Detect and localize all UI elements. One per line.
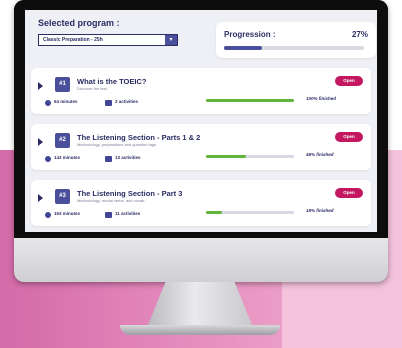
course-subtitle: Methodology, modal verbs, and vocab. bbox=[77, 198, 146, 203]
course-number-badge: #1 bbox=[55, 77, 70, 92]
activities-icon bbox=[105, 156, 112, 162]
progression-percent: 27% bbox=[351, 30, 368, 39]
course-duration: 143 minutes bbox=[54, 155, 81, 160]
activities-icon bbox=[105, 212, 112, 218]
course-card: #2 The Listening Section - Parts 1 & 2 M… bbox=[31, 124, 371, 170]
course-title: What is the TOEIC? bbox=[77, 77, 147, 86]
top-bar: Selected program : Classic Preparation -… bbox=[31, 14, 376, 62]
course-progress-track bbox=[206, 211, 294, 214]
course-screen: Selected program : Classic Preparation -… bbox=[25, 10, 377, 232]
course-progress-fill bbox=[206, 211, 222, 214]
course-subtitle: Methodology, prepositions and question t… bbox=[77, 142, 157, 147]
selected-program-title: Selected program : bbox=[38, 18, 120, 28]
course-progress-track bbox=[206, 155, 294, 158]
progression-track bbox=[224, 46, 364, 50]
promo-scene: Selected program : Classic Preparation -… bbox=[0, 0, 402, 348]
course-number-badge: #2 bbox=[55, 133, 70, 148]
monitor-chin bbox=[14, 238, 388, 282]
open-button[interactable]: Open bbox=[335, 76, 363, 86]
clock-icon bbox=[45, 156, 51, 162]
course-progress-fill bbox=[206, 155, 247, 158]
course-number-badge: #3 bbox=[55, 189, 70, 204]
expand-arrow-icon[interactable] bbox=[38, 194, 43, 202]
progression-title: Progression : bbox=[224, 30, 276, 39]
program-select-value: Classic Preparation - 25h bbox=[43, 37, 103, 43]
desktop-monitor: Selected program : Classic Preparation -… bbox=[14, 0, 388, 282]
clock-icon bbox=[45, 212, 51, 218]
course-subtitle: Discover the test. bbox=[77, 86, 108, 91]
activities-icon bbox=[105, 100, 112, 106]
course-finished-text: 46% finished bbox=[306, 152, 334, 157]
course-title: The Listening Section - Part 3 bbox=[77, 189, 183, 198]
course-finished-text: 100% finished bbox=[306, 96, 337, 101]
course-progress-fill bbox=[206, 99, 294, 102]
program-select[interactable]: Classic Preparation - 25h ▾ bbox=[38, 34, 178, 46]
expand-arrow-icon[interactable] bbox=[38, 138, 43, 146]
course-duration: 64 minutes bbox=[54, 99, 78, 104]
monitor-bezel: Selected program : Classic Preparation -… bbox=[14, 0, 388, 238]
course-progress-track bbox=[206, 99, 294, 102]
course-duration: 153 minutes bbox=[54, 211, 81, 216]
chevron-down-icon[interactable]: ▾ bbox=[165, 35, 177, 45]
course-card: #3 The Listening Section - Part 3 Method… bbox=[31, 180, 371, 226]
course-finished-text: 18% finished bbox=[306, 208, 334, 213]
clock-icon bbox=[45, 100, 51, 106]
course-card: #1 What is the TOEIC? Discover the test.… bbox=[31, 68, 371, 114]
course-activities: 11 activities bbox=[115, 211, 141, 216]
course-activities: 2 activities bbox=[115, 99, 139, 104]
progression-fill bbox=[224, 46, 262, 50]
course-title: The Listening Section - Parts 1 & 2 bbox=[77, 133, 201, 142]
progression-card: Progression : 27% bbox=[216, 22, 376, 58]
open-button[interactable]: Open bbox=[335, 188, 363, 198]
course-activities: 13 activities bbox=[115, 155, 141, 160]
monitor-stand-base bbox=[120, 325, 280, 335]
expand-arrow-icon[interactable] bbox=[38, 82, 43, 90]
open-button[interactable]: Open bbox=[335, 132, 363, 142]
